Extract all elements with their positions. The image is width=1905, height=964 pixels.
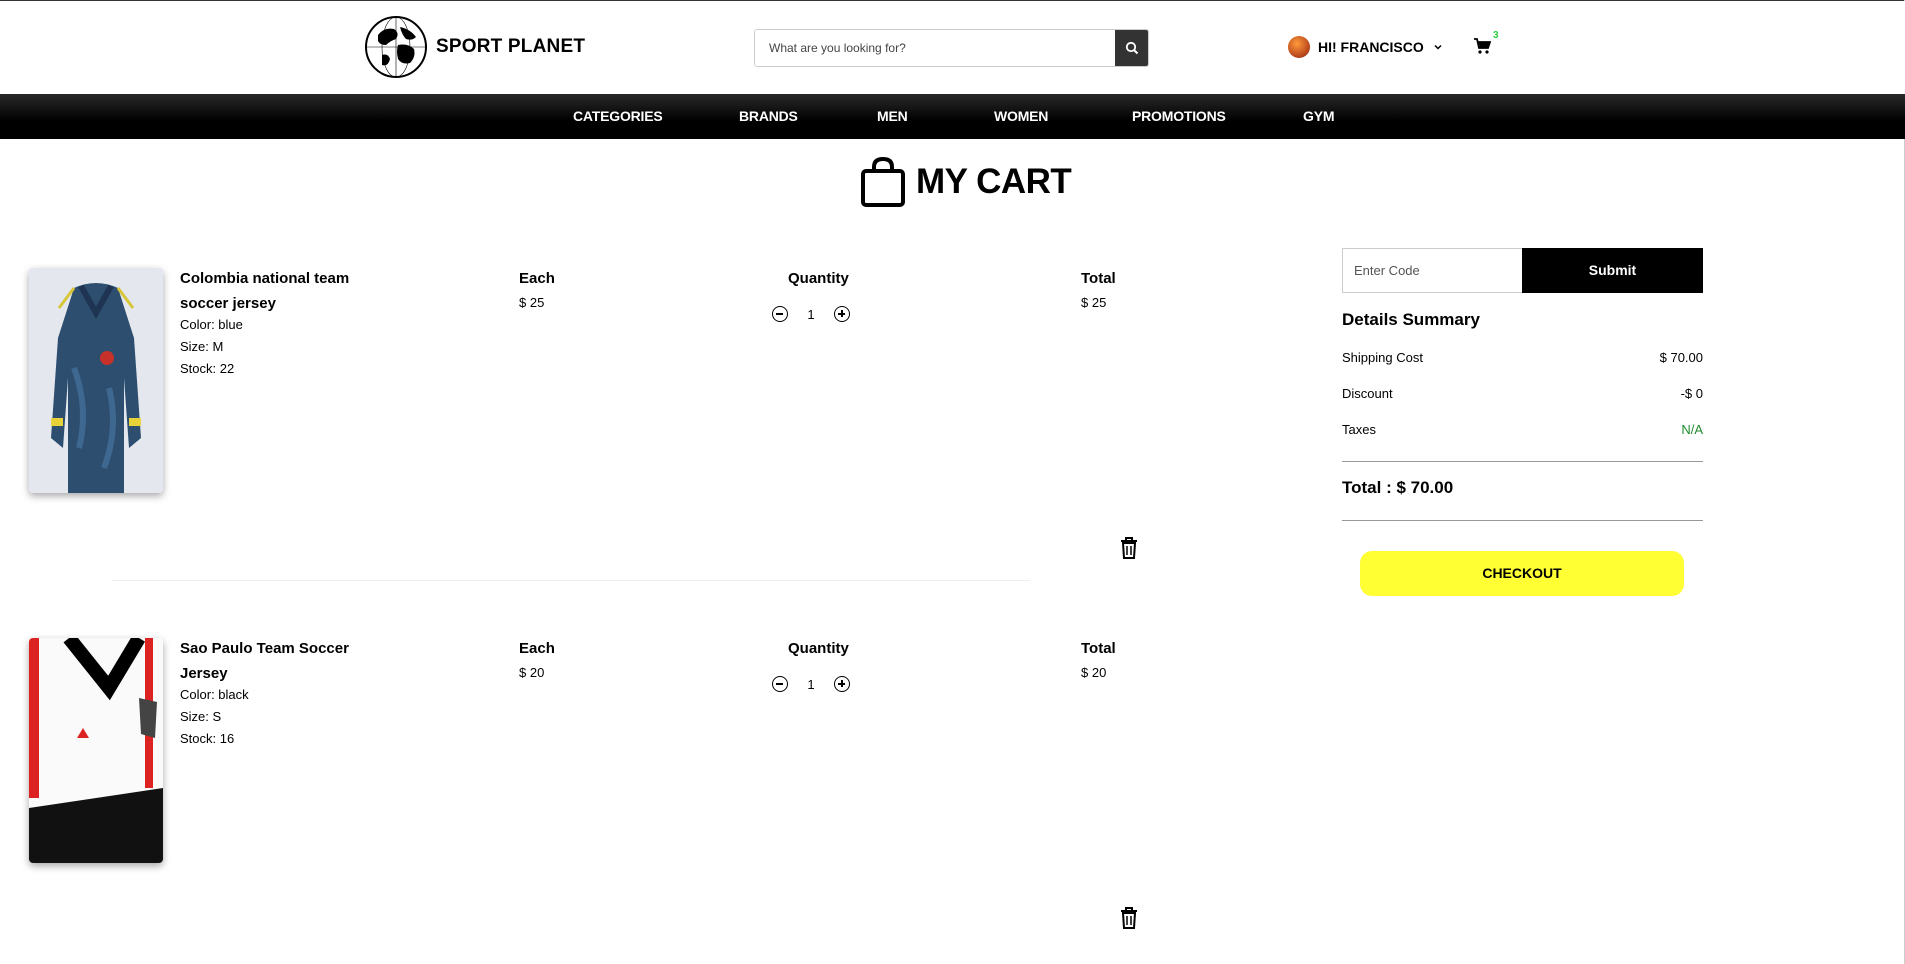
each-header: Each — [519, 640, 555, 657]
item-divider — [112, 580, 1030, 581]
shipping-value: $ 70.00 — [1659, 350, 1703, 365]
quantity-header: Quantity — [788, 270, 849, 287]
product-name[interactable]: Sao Paulo Team Soccer Jersey — [180, 636, 355, 686]
summary-total: Total : $ 70.00 — [1342, 478, 1454, 497]
product-size: Size: M — [180, 339, 224, 354]
nav-men[interactable]: MEN — [877, 94, 908, 139]
avatar — [1288, 36, 1310, 58]
nav-promotions[interactable]: PROMOTIONS — [1132, 94, 1226, 139]
product-image[interactable] — [29, 638, 163, 863]
product-color: Color: blue — [180, 317, 243, 332]
promo-code-input[interactable] — [1342, 248, 1523, 293]
page-title: MY CART — [860, 156, 1072, 208]
item-total: $ 20 — [1081, 665, 1107, 680]
quantity-value: 1 — [807, 306, 815, 322]
user-greeting: HI! FRANCISCO — [1318, 39, 1424, 55]
jersey-image-icon — [29, 638, 163, 863]
nav-categories[interactable]: CATEGORIES — [573, 94, 663, 139]
item-total: $ 25 — [1081, 295, 1107, 310]
jersey-image-icon — [29, 268, 163, 493]
cart-item: Sao Paulo Team Soccer Jersey Color: blac… — [0, 632, 1160, 952]
site-header: SPORT PLANET HI! FRANCISCO 3 — [0, 1, 1905, 94]
discount-row: Discount -$ 0 — [1342, 386, 1703, 401]
product-color: Color: black — [180, 687, 249, 702]
search-icon — [1125, 41, 1138, 55]
main-nav: CATEGORIES BRANDS MEN WOMEN PROMOTIONS G… — [0, 94, 1905, 139]
total-header: Total — [1081, 270, 1116, 287]
discount-value: -$ 0 — [1680, 386, 1703, 401]
each-price: $ 20 — [519, 665, 545, 680]
taxes-row: Taxes N/A — [1342, 422, 1703, 437]
increase-quantity-button[interactable] — [834, 676, 850, 692]
nav-gym[interactable]: GYM — [1303, 94, 1334, 139]
decrease-quantity-button[interactable] — [772, 676, 788, 692]
brand-name[interactable]: SPORT PLANET — [436, 36, 585, 58]
shipping-label: Shipping Cost — [1342, 350, 1423, 365]
nav-women[interactable]: WOMEN — [994, 94, 1048, 139]
search-button[interactable] — [1115, 30, 1148, 66]
shopping-bag-icon — [861, 156, 905, 207]
checkout-button[interactable]: CHECKOUT — [1360, 551, 1684, 596]
product-name[interactable]: Colombia national team soccer jersey — [180, 266, 355, 316]
search-input[interactable] — [755, 30, 1116, 66]
each-price: $ 25 — [519, 295, 545, 310]
cart-count-badge: 3 — [1493, 30, 1499, 41]
summary-divider — [1342, 461, 1703, 462]
cart-item: Colombia national team soccer jersey Col… — [0, 262, 1160, 582]
quantity-header: Quantity — [788, 640, 849, 657]
product-size: Size: S — [180, 709, 222, 724]
trash-icon[interactable] — [1119, 536, 1139, 560]
search-bar — [754, 29, 1149, 67]
chevron-down-icon — [1434, 44, 1442, 50]
trash-icon[interactable] — [1119, 906, 1139, 930]
cart-icon[interactable] — [1473, 37, 1491, 55]
each-header: Each — [519, 270, 555, 287]
page-title-text: MY CART — [916, 162, 1072, 201]
discount-label: Discount — [1342, 386, 1393, 401]
decrease-quantity-button[interactable] — [772, 306, 788, 322]
user-menu[interactable]: HI! FRANCISCO — [1288, 35, 1444, 59]
taxes-label: Taxes — [1342, 422, 1376, 437]
globe-logo-icon[interactable] — [364, 15, 428, 79]
product-image[interactable] — [29, 268, 163, 493]
submit-code-button[interactable]: Submit — [1522, 248, 1703, 293]
quantity-stepper: 1 — [772, 306, 850, 322]
shipping-row: Shipping Cost $ 70.00 — [1342, 350, 1703, 365]
quantity-value: 1 — [807, 676, 815, 692]
summary-divider — [1342, 520, 1703, 521]
quantity-stepper: 1 — [772, 676, 850, 692]
summary-title: Details Summary — [1342, 310, 1480, 329]
total-header: Total — [1081, 640, 1116, 657]
product-stock: Stock: 16 — [180, 731, 235, 746]
nav-brands[interactable]: BRANDS — [739, 94, 798, 139]
product-stock: Stock: 22 — [180, 361, 235, 376]
promo-code-form: Submit — [1342, 248, 1703, 293]
taxes-value: N/A — [1681, 422, 1703, 437]
increase-quantity-button[interactable] — [834, 306, 850, 322]
